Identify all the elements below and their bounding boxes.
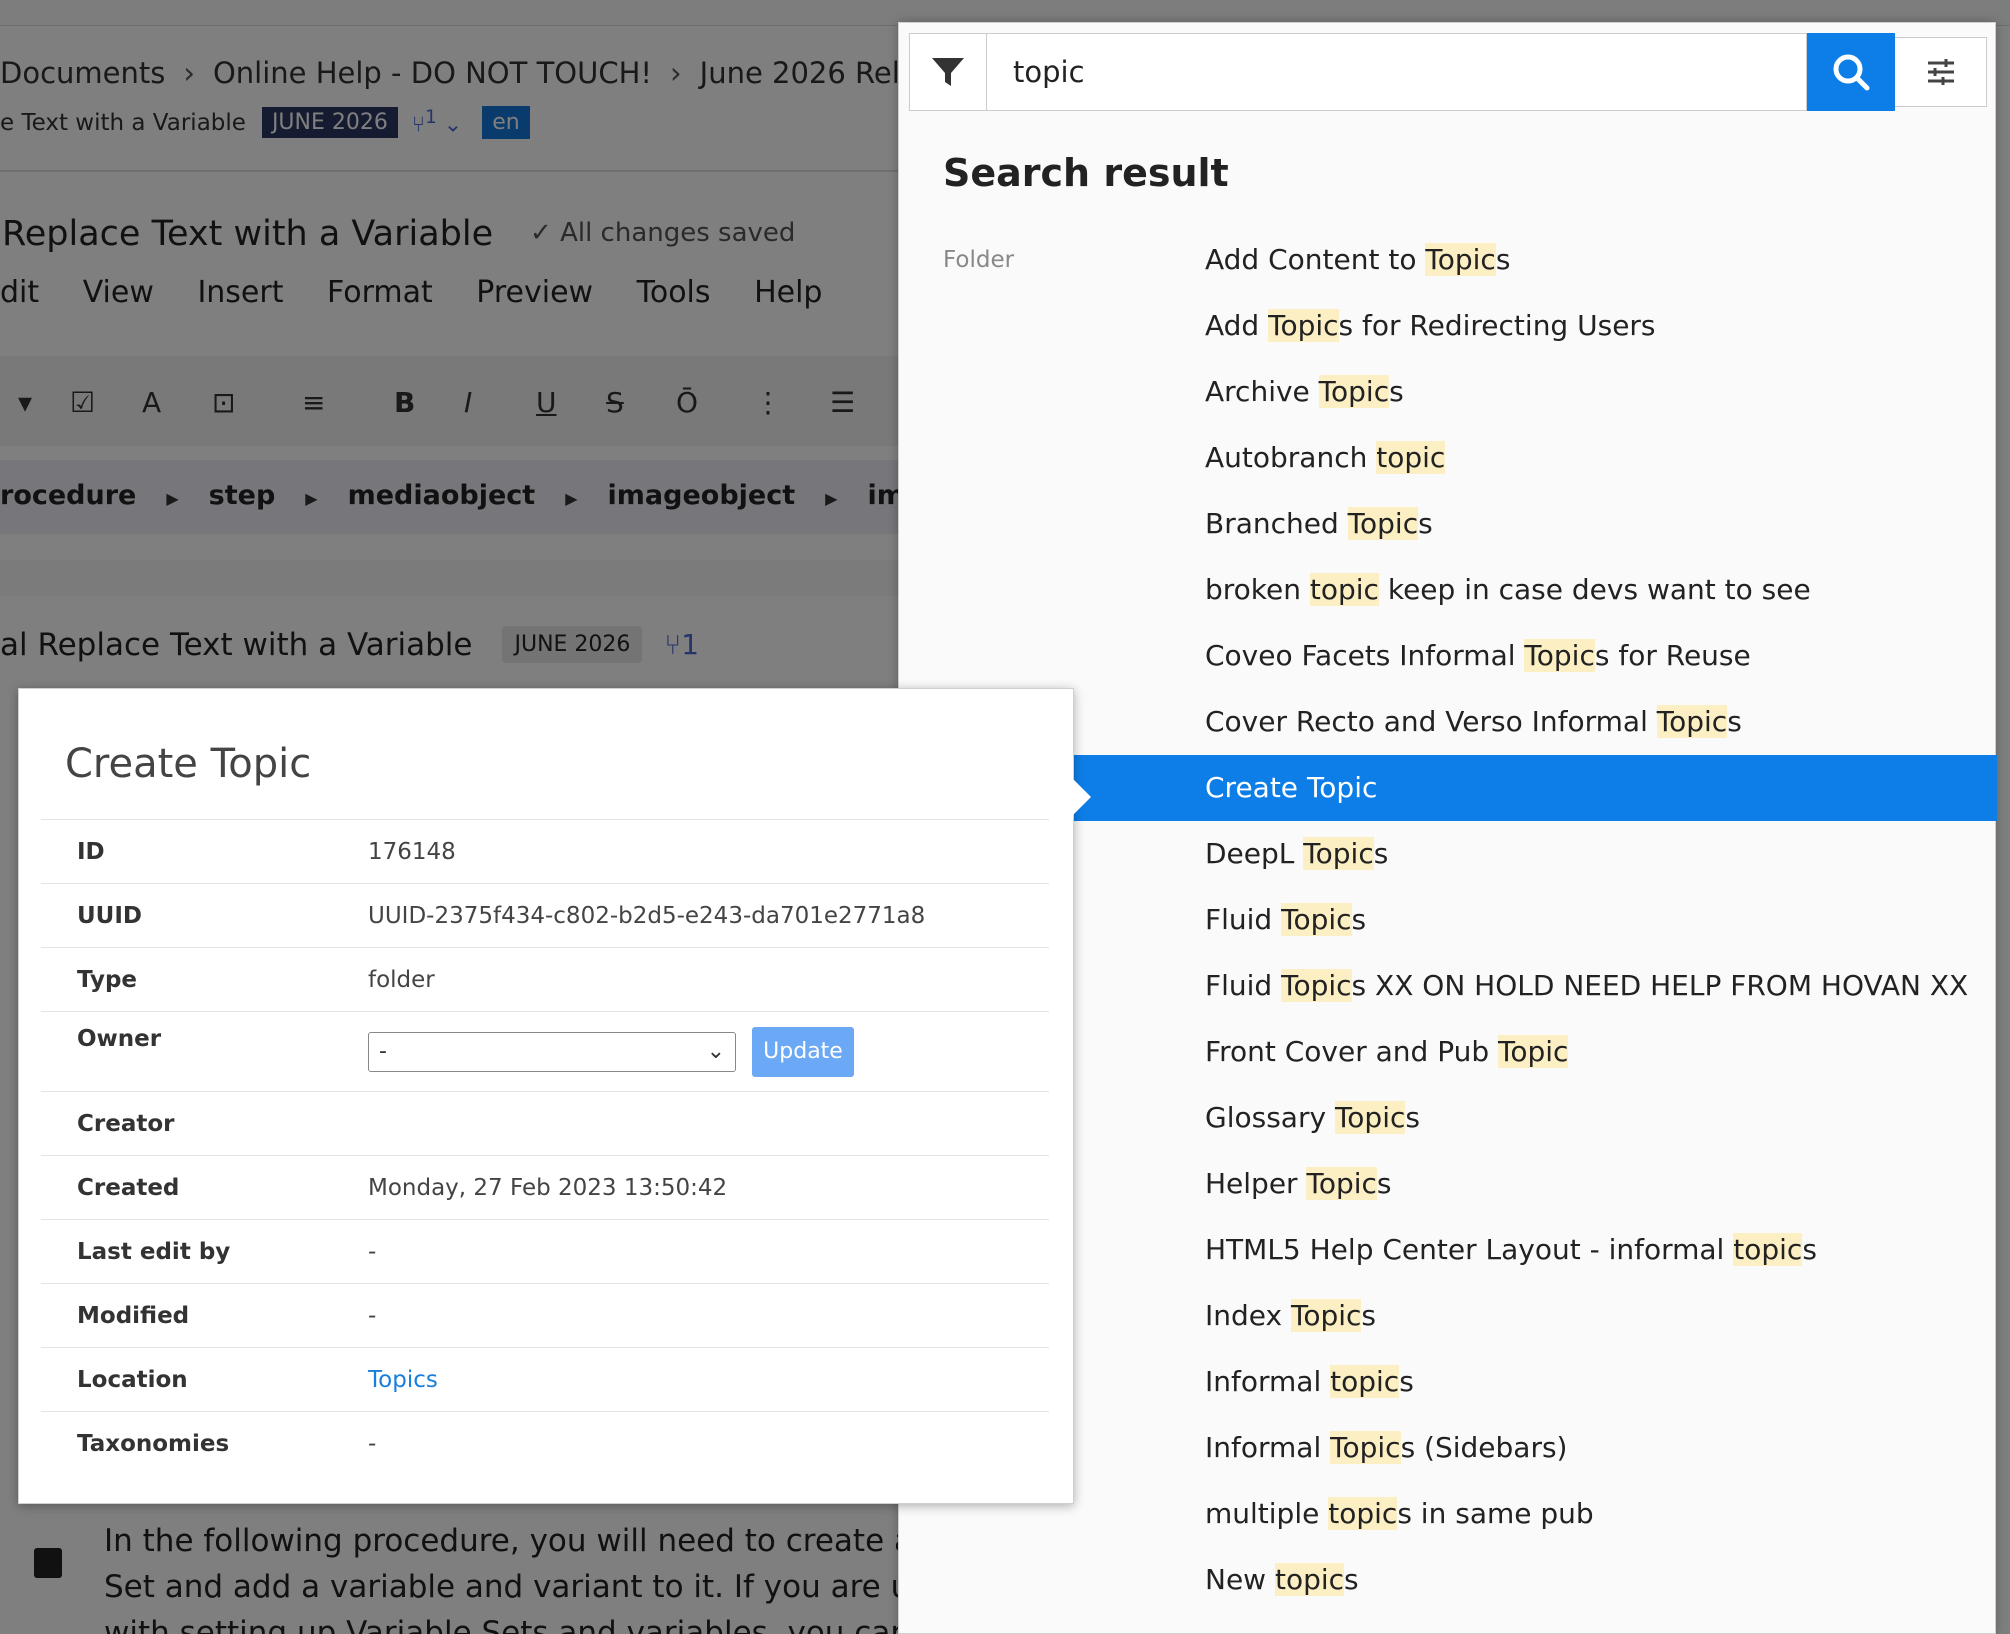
property-row-creator: Creator: [41, 1091, 1049, 1156]
property-row-owner: Owner - ⌄ Update: [41, 1011, 1049, 1092]
search-highlight: topic: [1330, 1365, 1400, 1398]
search-highlight: topic: [1376, 441, 1446, 474]
search-bar: [909, 33, 1987, 111]
search-highlight: Topic: [1425, 243, 1496, 276]
created-value: Monday, 27 Feb 2023 13:50:42: [368, 1155, 1049, 1220]
search-result-item[interactable]: Archive Topics: [899, 359, 1997, 425]
search-highlight: Topic: [1318, 375, 1390, 408]
property-row-taxonomies: Taxonomies -: [41, 1411, 1049, 1476]
search-highlight: Topic: [1330, 1431, 1401, 1464]
search-icon: [1833, 54, 1870, 91]
search-result-item[interactable]: Add Content to Topics: [899, 227, 1997, 293]
search-highlight: topic: [1309, 573, 1379, 606]
id-value: 176148: [368, 819, 1049, 884]
update-button[interactable]: Update: [752, 1026, 854, 1077]
owner-select[interactable]: - ⌄: [368, 1031, 736, 1072]
search-highlight: Topic: [1303, 837, 1374, 870]
search-highlight: Topic: [1347, 507, 1419, 540]
filter-button[interactable]: [909, 33, 987, 111]
search-highlight: Topic: [1524, 639, 1595, 672]
modified-value: -: [368, 1283, 1049, 1348]
search-result-item-selected[interactable]: Create Topic: [1074, 755, 1997, 821]
property-row-created: Created Monday, 27 Feb 2023 13:50:42: [41, 1155, 1049, 1220]
search-highlight: Topic: [1290, 1299, 1362, 1332]
property-row-last-edit: Last edit by -: [41, 1219, 1049, 1284]
property-row-type: Type folder: [41, 947, 1049, 1012]
popup-title: Create Topic: [65, 741, 312, 787]
search-highlight: Topic: [1281, 903, 1352, 936]
search-highlight: Topic: [1306, 1167, 1377, 1200]
search-highlight: Topic: [1306, 771, 1378, 804]
search-result-item[interactable]: Autobranch topic: [899, 425, 1997, 491]
taxonomies-value: -: [368, 1411, 1049, 1476]
property-row-id: ID 176148: [41, 819, 1049, 884]
chevron-down-icon: ⌄: [706, 1038, 725, 1064]
properties-table: ID 176148 UUID UUID-2375f434-c802-b2d5-e…: [41, 819, 1049, 1476]
filter-icon: [932, 58, 964, 86]
property-row-modified: Modified -: [41, 1283, 1049, 1348]
search-input[interactable]: [987, 33, 1807, 111]
search-result-title: Search result: [943, 151, 1229, 195]
advanced-search-button[interactable]: [1895, 37, 1987, 107]
search-highlight: topic: [1274, 1563, 1345, 1596]
type-value: folder: [368, 947, 1049, 1012]
uuid-value: UUID-2375f434-c802-b2d5-e243-da701e2771a…: [368, 883, 1049, 948]
popup-pointer: [1073, 779, 1091, 815]
search-highlight: Topic: [1656, 705, 1728, 738]
property-row-uuid: UUID UUID-2375f434-c802-b2d5-e243-da701e…: [41, 883, 1049, 948]
creator-value: [368, 1091, 1049, 1156]
search-result-item[interactable]: Add Topics for Redirecting Users: [899, 293, 1997, 359]
search-highlight: Topic: [1334, 1101, 1406, 1134]
search-highlight: Topic: [1268, 309, 1339, 342]
sliders-icon: [1927, 59, 1954, 85]
search-result-item[interactable]: Coveo Facets Informal Topics for Reuse: [899, 623, 1997, 689]
search-highlight: Topic: [1281, 969, 1352, 1002]
search-button[interactable]: [1807, 33, 1895, 111]
location-link[interactable]: Topics: [368, 1367, 438, 1393]
last-edit-value: -: [368, 1219, 1049, 1284]
search-result-item[interactable]: broken topic keep in case devs want to s…: [899, 557, 1997, 623]
search-highlight: topic: [1328, 1497, 1398, 1530]
search-result-item[interactable]: New topics: [899, 1547, 1997, 1613]
folder-properties-popup: Create Topic ID 176148 UUID UUID-2375f43…: [18, 688, 1091, 1504]
property-row-location: Location Topics: [41, 1347, 1049, 1412]
search-result-item[interactable]: Branched Topics: [899, 491, 1997, 557]
search-highlight: Topic: [1498, 1035, 1569, 1068]
search-highlight: topic: [1733, 1233, 1803, 1266]
